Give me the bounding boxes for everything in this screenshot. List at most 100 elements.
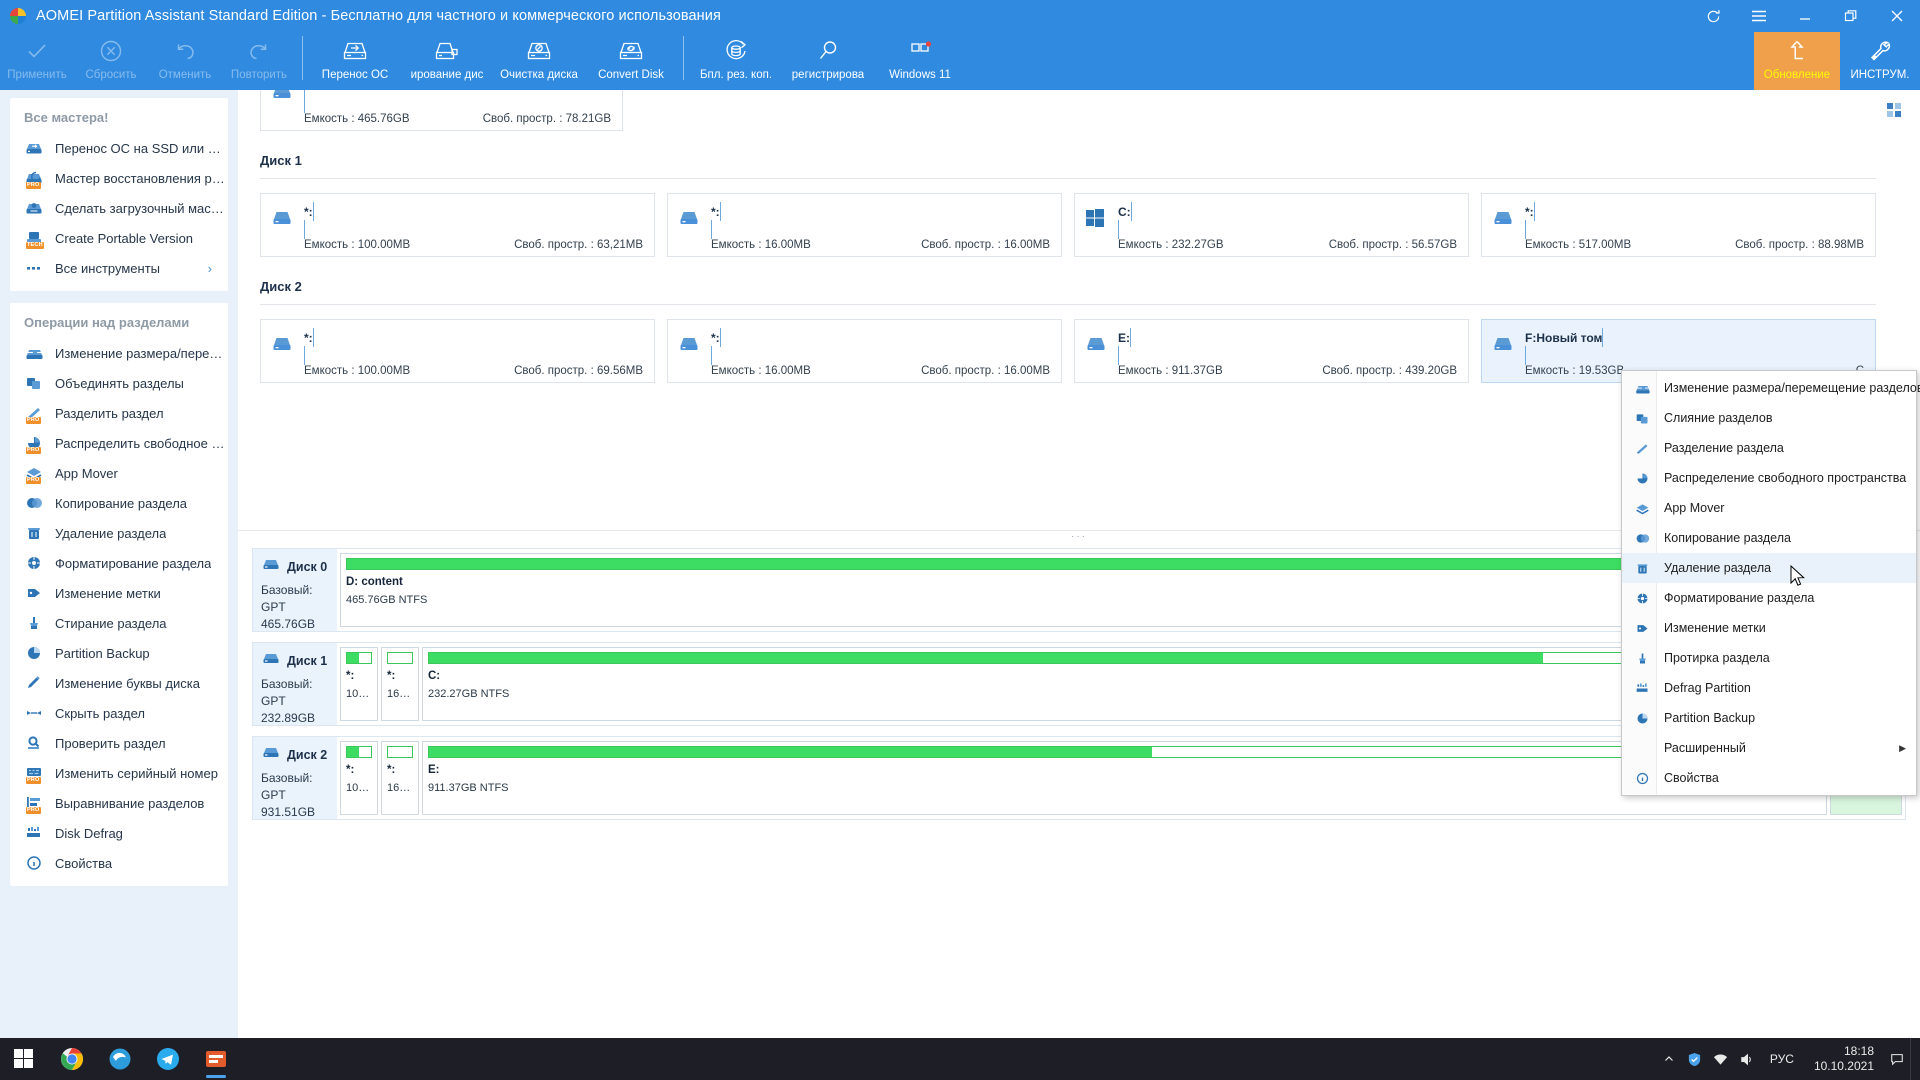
aomei-icon[interactable]	[192, 1038, 240, 1080]
disk-map-partition[interactable]: E: 911.37GB NTFS	[422, 741, 1827, 815]
windows-start-icon[interactable]	[0, 1038, 48, 1080]
context-menu-item-resize[interactable]: Изменение размера/перемещение разделов	[1622, 373, 1920, 403]
sidebar-item-app-mover[interactable]: PRO App Mover	[10, 458, 228, 488]
sidebar-item-allocate-space[interactable]: PRO Распределить свободное прос...	[10, 428, 228, 458]
context-menu-label: Изменение размера/перемещение разделов	[1664, 381, 1920, 395]
sidebar-item-disk-defrag[interactable]: Disk Defrag	[10, 818, 228, 848]
toolbar-convert-disk[interactable]: Convert Disk	[585, 32, 677, 90]
sidebar-item-resize-partition[interactable]: Изменение размера/перемеще...	[10, 338, 228, 368]
disk-icon	[270, 333, 296, 357]
toolbar-update-button[interactable]: Обновление	[1754, 32, 1840, 90]
sidebar-item-label: Разделить раздел	[55, 405, 164, 421]
context-menu-item-copy[interactable]: Копирование раздела	[1622, 523, 1916, 553]
wipe-partition-icon	[1628, 648, 1656, 668]
disk-icon	[677, 333, 703, 357]
toolbar-disk-cleanup[interactable]: Очистка диска	[493, 32, 585, 90]
context-menu-item-delete[interactable]: Удаление раздела	[1622, 553, 1916, 583]
toolbar-undo[interactable]: Отменить	[148, 32, 222, 90]
context-menu-item-partition-backup[interactable]: Partition Backup	[1622, 703, 1916, 733]
disk-group-1: Диск 1 *: Емкость : 100.00MB Своб. прост…	[238, 153, 1898, 257]
context-menu-label: Распределение свободного пространства	[1664, 471, 1907, 485]
telegram-icon[interactable]	[144, 1038, 192, 1080]
sidebar-item-all-tools[interactable]: Все инструменты ›	[10, 253, 228, 283]
toolbar-redo[interactable]: Повторить	[222, 32, 296, 90]
disk-map-partition[interactable]: *: 16…	[381, 741, 419, 815]
refresh-icon[interactable]	[1690, 0, 1736, 32]
partition-card[interactable]: Емкость : 465.76GB Своб. простр. : 78.21…	[260, 90, 623, 131]
sidebar-item-change-label[interactable]: Изменение метки	[10, 578, 228, 608]
sidebar-item-bootable-media[interactable]: Сделать загрузочный мастер-...	[10, 193, 228, 223]
sidebar-item-check-partition[interactable]: Проверить раздел	[10, 728, 228, 758]
partition-card[interactable]: *: Емкость : 16.00MB Своб. простр. : 16.…	[667, 193, 1062, 257]
context-menu-item-app-mover[interactable]: App Mover	[1622, 493, 1916, 523]
sidebar-item-partition-backup[interactable]: Partition Backup	[10, 638, 228, 668]
context-menu-item-advanced[interactable]: Расширенный ▶	[1622, 733, 1916, 763]
delete-partition-icon	[24, 524, 46, 542]
toolbar-register[interactable]: регистрирова	[782, 32, 874, 90]
hamburger-icon[interactable]	[1736, 0, 1782, 32]
circle-x-icon	[98, 36, 124, 66]
context-menu-item-merge[interactable]: Слияние разделов	[1622, 403, 1916, 433]
chevron-up-icon[interactable]	[1656, 1038, 1682, 1080]
partition-card[interactable]: *: Емкость : 100.00MB Своб. простр. : 69…	[260, 319, 655, 383]
sidebar-item-merge-partitions[interactable]: Объединять разделы	[10, 368, 228, 398]
toolbar-free-backup[interactable]: Бпл. рез. коп.	[690, 32, 782, 90]
toolbar-apply[interactable]: Применить	[0, 32, 74, 90]
clock[interactable]: 18:18 10.10.2021	[1804, 1044, 1884, 1074]
sidebar-item-wipe-partition[interactable]: Стирание раздела	[10, 608, 228, 638]
sidebar-item-change-letter[interactable]: Изменение буквы диска	[10, 668, 228, 698]
grid-view-icon[interactable]	[1886, 102, 1906, 120]
toolbar-reset[interactable]: Сбросить	[74, 32, 148, 90]
partition-card[interactable]: *: Емкость : 517.00MB Своб. простр. : 88…	[1481, 193, 1876, 257]
check-icon	[24, 36, 50, 66]
partition-card[interactable]: *: Емкость : 100.00MB Своб. простр. : 63…	[260, 193, 655, 257]
sidebar-item-align-partition[interactable]: PRO Выравнивание разделов	[10, 788, 228, 818]
notifications-icon[interactable]	[1884, 1038, 1910, 1080]
chrome-icon[interactable]	[48, 1038, 96, 1080]
sidebar-item-recover-partition[interactable]: PRO Мастер восстановления раздела	[10, 163, 228, 193]
edge-dev-icon[interactable]	[96, 1038, 144, 1080]
disk-map-partition[interactable]: *: 10…	[340, 647, 378, 721]
restore-icon[interactable]	[1828, 0, 1874, 32]
partition-card[interactable]: *: Емкость : 16.00MB Своб. простр. : 16.…	[667, 319, 1062, 383]
sidebar-operations-card: Операции над разделами Изменение размера…	[10, 303, 228, 886]
sidebar-item-migrate-os[interactable]: Перенос ОС на SSD или HDD	[10, 133, 228, 163]
close-icon[interactable]	[1874, 0, 1920, 32]
context-menu-item-properties[interactable]: Свойства	[1622, 763, 1916, 793]
context-menu-item-change-label[interactable]: Изменение метки	[1622, 613, 1916, 643]
toolbar-migrate-os[interactable]: Перенос ОС	[309, 32, 401, 90]
context-menu-item-split[interactable]: Разделение раздела	[1622, 433, 1916, 463]
context-menu-item-format[interactable]: Форматирование раздела	[1622, 583, 1916, 613]
volume-icon[interactable]	[1734, 1038, 1760, 1080]
sidebar-item-format-partition[interactable]: Форматирование раздела	[10, 548, 228, 578]
sidebar-item-label: Распределить свободное прос...	[55, 435, 228, 451]
network-icon[interactable]	[1708, 1038, 1734, 1080]
sidebar-item-copy-partition[interactable]: Копирование раздела	[10, 488, 228, 518]
toolbar-clone-disk[interactable]: ирование дис	[401, 32, 493, 90]
sidebar-item-portable-version[interactable]: TECH Create Portable Version	[10, 223, 228, 253]
disk-map-partition[interactable]: *: 16…	[381, 647, 419, 721]
capacity-text: Емкость : 232.27GB	[1118, 239, 1224, 251]
sidebar-item-hide-partition[interactable]: Скрыть раздел	[10, 698, 228, 728]
capacity-text: Емкость : 100.00MB	[304, 239, 411, 251]
free-space-text: Своб. простр. : 56.57GB	[1328, 239, 1457, 251]
context-menu-item-defrag[interactable]: Defrag Partition	[1622, 673, 1916, 703]
show-desktop-button[interactable]	[1910, 1038, 1920, 1080]
partition-card[interactable]: E: Емкость : 911.37GB Своб. простр. : 43…	[1074, 319, 1469, 383]
language-indicator[interactable]: РУС	[1760, 1052, 1804, 1066]
windows-icon	[1084, 207, 1110, 231]
sidebar-item-split-partition[interactable]: PRO Разделить раздел	[10, 398, 228, 428]
context-menu-item-allocate[interactable]: Распределение свободного пространства	[1622, 463, 1916, 493]
toolbar-windows11[interactable]: Windows 11	[874, 32, 966, 90]
partition-name: *:	[304, 331, 313, 345]
context-menu-item-wipe[interactable]: Протирка раздела	[1622, 643, 1916, 673]
sidebar-item-label: Partition Backup	[55, 645, 150, 661]
sidebar-item-properties[interactable]: Свойства	[10, 848, 228, 878]
sidebar-item-serial-number[interactable]: PRO Изменить серийный номер	[10, 758, 228, 788]
sidebar-item-delete-partition[interactable]: Удаление раздела	[10, 518, 228, 548]
disk-map-partition[interactable]: *: 10…	[340, 741, 378, 815]
shield-icon[interactable]	[1682, 1038, 1708, 1080]
toolbar-tools-button[interactable]: ИНСТРУМ.	[1840, 32, 1920, 90]
partition-card[interactable]: C: Емкость : 232.27GB Своб. простр. : 56…	[1074, 193, 1469, 257]
minimize-icon[interactable]	[1782, 0, 1828, 32]
